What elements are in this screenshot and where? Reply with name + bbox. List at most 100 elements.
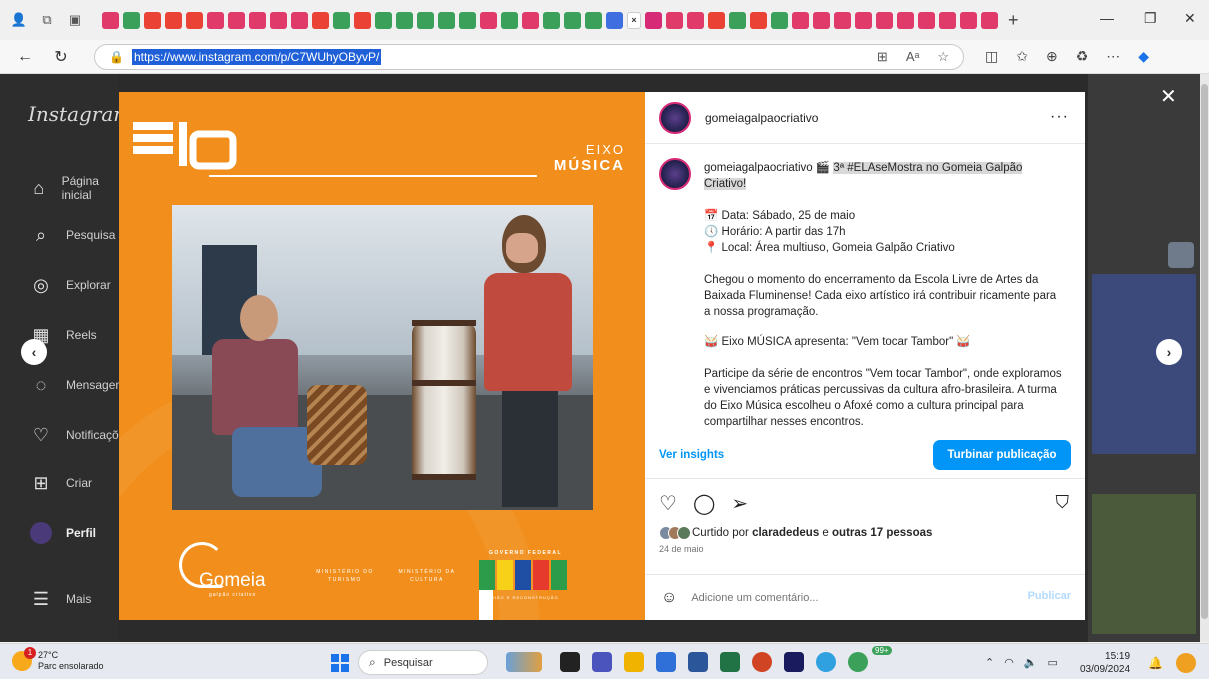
post-date[interactable]: 24 de maio [659,544,704,554]
weather-widget[interactable]: 1 27°C Parc ensolarado [12,647,104,672]
excel-icon[interactable] [720,652,740,672]
tab-favicon[interactable] [459,11,476,29]
new-tab-icon[interactable]: + [1008,10,1019,31]
nav-profile[interactable]: Perfil [30,522,96,544]
copilot-icon[interactable]: ◆ [1138,48,1149,65]
tab-favicon[interactable] [354,11,371,29]
tab-favicon[interactable] [939,11,956,29]
avatar[interactable] [659,158,691,190]
bell-icon[interactable]: 🔔 [1148,656,1163,670]
comment-input[interactable] [691,591,992,604]
tab-favicon[interactable] [375,11,392,29]
split-screen-icon[interactable]: ◫ [985,48,998,65]
close-modal-icon[interactable]: ✕ [1160,84,1177,109]
taskbar-search[interactable]: ⌕ Pesquisar [358,650,488,675]
copilot-taskbar-icon[interactable] [1176,653,1196,673]
nav-messages[interactable]: ◌ Mensagens [30,374,128,396]
tab-favicon[interactable] [102,11,119,29]
tab-favicon[interactable] [666,11,683,29]
restore-icon[interactable]: ❐ [1144,10,1157,27]
nav-explore[interactable]: ◎ Explorar [30,274,111,296]
premiere-icon[interactable] [784,652,804,672]
next-post-arrow-icon[interactable]: › [1156,339,1182,365]
publish-button[interactable]: Publicar [1028,590,1071,602]
boost-post-button[interactable]: Turbinar publicação [933,440,1071,470]
tab-favicon[interactable] [249,11,266,29]
tab-favicon[interactable] [480,11,497,29]
tab-favicon[interactable] [960,11,977,29]
tab-actions-icon[interactable]: ▣ [66,11,84,29]
battery-icon[interactable]: ▭ [1048,656,1058,669]
back-icon[interactable]: ← [14,46,36,68]
app-available-icon[interactable]: ⊞ [877,49,888,65]
refresh-icon[interactable]: ↻ [50,46,72,68]
chrome-icon[interactable] [848,652,868,672]
tab-favicon[interactable] [270,11,287,29]
tab-favicon[interactable] [729,11,746,29]
tab-favicon[interactable] [291,11,308,29]
scrollbar-thumb[interactable] [1201,84,1208,619]
more-icon[interactable]: ⋯ [1106,48,1120,65]
previous-post-arrow-icon[interactable]: ‹ [21,339,47,365]
more-options-icon[interactable]: ··· [1050,108,1069,126]
page-scrollbar[interactable] [1200,74,1209,642]
tab-favicon[interactable] [396,11,413,29]
tab-favicon[interactable] [543,11,560,29]
volume-icon[interactable]: 🔈 [1024,656,1038,669]
tab-favicon[interactable] [312,11,329,29]
wifi-icon[interactable]: ◠ [1004,656,1014,669]
save-bookmark-icon[interactable]: ⛉ [1056,492,1070,513]
collections-icon[interactable]: ⊕ [1046,48,1058,65]
post-username[interactable]: gomeiagalpaocriativo [705,111,818,125]
tab-favicon[interactable] [855,11,872,29]
tab-favicon[interactable] [750,11,767,29]
liked-by-user[interactable]: claradedeus [752,527,819,539]
tab-favicon[interactable] [144,11,161,29]
read-aloud-icon[interactable]: Aᵃ [906,49,920,65]
tab-favicon[interactable] [123,11,140,29]
like-heart-icon[interactable]: ♡ [659,491,677,516]
url-field[interactable]: 🔒 https://www.instagram.com/p/C7WUhyOByv… [94,44,964,70]
close-tab-icon[interactable]: × [627,11,641,29]
nav-create[interactable]: ⊞ Criar [30,472,92,494]
widgets-icon[interactable] [506,652,542,672]
tab-favicon[interactable] [813,11,830,29]
task-view-icon[interactable] [560,652,580,672]
mail-icon[interactable] [656,652,676,672]
tab-favicon[interactable] [981,11,998,29]
tab-favicon[interactable] [333,11,350,29]
tab-favicon[interactable] [207,11,224,29]
profile-icon[interactable]: 👤 [10,11,28,29]
file-explorer-icon[interactable] [624,652,644,672]
powerpoint-icon[interactable] [752,652,772,672]
tab-favicon[interactable] [792,11,809,29]
avatar[interactable] [659,101,691,134]
caption-username[interactable]: gomeiagalpaocriativo [704,162,813,174]
tab-favicon[interactable] [606,11,623,29]
comment-icon[interactable]: ◯ [693,491,715,516]
edge-icon[interactable] [816,652,836,672]
liked-by-others[interactable]: outras 17 pessoas [832,527,932,539]
nav-notifications[interactable]: ♡ Notificações [30,424,131,446]
tab-favicon[interactable] [417,11,434,29]
share-icon[interactable]: ➢ [731,491,748,516]
tab-favicon[interactable] [228,11,245,29]
workspaces-icon[interactable]: ⧉ [38,11,56,29]
emoji-icon[interactable]: ☺ [661,589,677,607]
nav-search[interactable]: ⌕ Pesquisa [30,224,115,246]
post-image[interactable]: EIXO MÚSICA Gomeia galpão criativo MINIS… [119,92,645,620]
tab-favicon[interactable] [834,11,851,29]
instagram-tab-favicon[interactable] [645,11,662,29]
teams-icon[interactable] [592,652,612,672]
tab-favicon[interactable] [771,11,788,29]
word-icon[interactable] [688,652,708,672]
clock[interactable]: 15:19 03/09/2024 [1080,650,1130,676]
tab-favicon[interactable] [918,11,935,29]
lock-icon[interactable]: 🔒 [109,50,124,64]
nav-home[interactable]: ⌂ Página inicial [30,174,118,202]
tab-favicon[interactable] [165,11,182,29]
view-insights-link[interactable]: Ver insights [659,449,724,461]
tab-favicon[interactable] [564,11,581,29]
nav-more[interactable]: ☰ Mais [30,588,91,610]
tab-favicon[interactable] [186,11,203,29]
